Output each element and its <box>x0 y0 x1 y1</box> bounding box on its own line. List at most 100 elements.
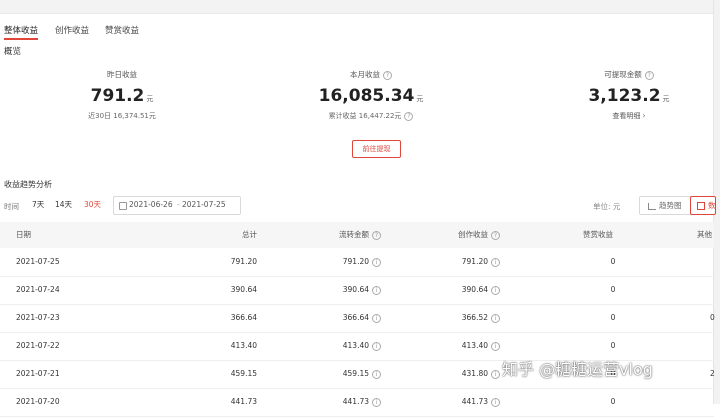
time-label: 时间 <box>4 202 19 211</box>
info-icon[interactable]: i <box>372 313 381 323</box>
range-14-days[interactable]: 14天 <box>55 199 72 210</box>
range-30-days[interactable]: 30天 <box>84 199 101 210</box>
overview-title: 概览 <box>4 47 22 57</box>
cell-create-value: 390.64 <box>461 285 488 294</box>
cell-flow-value: 791.20 <box>342 257 369 266</box>
stat-label: 本月收益? <box>271 69 471 81</box>
cell-date: 2021-07-21 <box>16 369 60 378</box>
tab-creation-earnings[interactable]: 创作收益 <box>55 24 89 36</box>
cell-create-value: 413.40 <box>461 341 488 350</box>
info-icon[interactable]: i <box>491 313 500 323</box>
cell-create-value: 431.80 <box>461 369 488 378</box>
stat-yesterday: 昨日收益 791.2 元 近30日 16,374.51元 <box>22 69 222 122</box>
info-icon[interactable]: i <box>372 341 381 351</box>
cell-reward: 0 <box>610 257 616 266</box>
table-row: 2021-07-23 366.64 366.64 i 366.52 i 0 0 <box>0 304 715 333</box>
info-icon[interactable]: i <box>491 285 500 295</box>
info-icon[interactable]: i <box>372 285 381 295</box>
cell-other: 2 <box>710 369 715 378</box>
info-icon[interactable]: i <box>491 257 500 267</box>
cell-create-value: 791.20 <box>461 257 488 266</box>
cell-total: 441.73 <box>230 397 257 406</box>
cell-create-value: 366.52 <box>461 313 488 322</box>
stat-unit: 元 <box>146 95 154 103</box>
unit-label: 单位: 元 <box>593 202 621 211</box>
info-icon[interactable]: i <box>491 369 500 379</box>
table-view-button[interactable]: 数 <box>690 196 716 215</box>
stat-unit: 元 <box>662 95 670 103</box>
info-icon[interactable]: ? <box>491 230 500 240</box>
date-range-picker[interactable]: 2021-06-26 - 2021-07-25 <box>113 196 241 215</box>
cell-create: 413.40 i <box>462 332 500 360</box>
cell-flow-value: 441.73 <box>342 397 369 406</box>
cell-create-value: 441.73 <box>461 397 488 406</box>
stat-sub: 累计收益 16,447.22元? <box>271 110 471 122</box>
tab-reward-earnings[interactable]: 赞赏收益 <box>105 24 139 36</box>
withdraw-button[interactable]: 前往提现 <box>352 140 401 158</box>
range-7-days[interactable]: 7天 <box>32 199 44 210</box>
trend-chart-button[interactable]: 趋势图 <box>639 196 692 215</box>
cell-date: 2021-07-22 <box>16 341 60 350</box>
cell-flow-value: 366.64 <box>342 313 369 322</box>
cell-total: 366.64 <box>230 313 257 322</box>
stat-label-text: 本月收益 <box>350 70 380 79</box>
chevron-right-icon: › <box>642 111 646 120</box>
stat-value: 791.2 元 <box>22 85 222 107</box>
col-reward: 赞赏收益 <box>583 230 613 239</box>
cell-flow: 441.73 i <box>343 388 381 416</box>
cell-date: 2021-07-25 <box>16 257 60 266</box>
info-icon[interactable]: i <box>491 341 500 351</box>
cell-flow: 459.15 i <box>343 360 381 388</box>
cell-date: 2021-07-20 <box>16 397 60 406</box>
cell-create: 441.73 i <box>462 388 500 416</box>
info-icon[interactable]: ? <box>383 70 392 80</box>
col-flow: 流转金额? <box>339 222 381 248</box>
cell-reward: 0 <box>610 285 616 294</box>
cell-create: 366.52 i <box>462 304 500 332</box>
col-create-label: 创作收益 <box>458 230 488 239</box>
top-bar <box>0 0 720 14</box>
cell-create: 431.80 i <box>462 360 500 388</box>
stat-number: 791.2 <box>90 86 145 106</box>
active-tab-indicator <box>4 38 38 40</box>
cell-date: 2021-07-24 <box>16 285 60 294</box>
view-details-text[interactable]: 查看明细 <box>612 112 640 120</box>
cell-total: 413.40 <box>230 341 257 350</box>
stat-sub: 近30日 16,374.51元 <box>88 112 156 120</box>
info-icon[interactable]: i <box>372 397 381 407</box>
cell-flow: 390.64 i <box>343 276 381 304</box>
stat-number: 3,123.2 <box>588 86 661 106</box>
stat-label: 可提现金额? <box>529 69 720 81</box>
table-icon <box>697 202 705 210</box>
info-icon[interactable]: i <box>372 257 381 267</box>
info-icon[interactable]: ? <box>404 111 414 121</box>
cell-flow: 791.20 i <box>343 248 381 276</box>
cell-create: 390.64 i <box>462 276 500 304</box>
calendar-icon <box>119 202 127 210</box>
table-header: 日期 总计 流转金额? 创作收益? 赞赏收益 其他 <box>0 222 714 248</box>
tab-overall-earnings[interactable]: 整体收益 <box>4 24 38 36</box>
cell-flow-value: 390.64 <box>342 285 369 294</box>
cell-other: 0 <box>710 313 715 322</box>
info-icon[interactable]: i <box>491 397 500 407</box>
cell-flow: 413.40 i <box>343 332 381 360</box>
stat-sub-text: 累计收益 16,447.22元 <box>328 112 402 120</box>
view-details-link[interactable]: 查看明细 › <box>529 110 720 122</box>
info-icon[interactable]: i <box>372 369 381 379</box>
cell-reward: 0 <box>610 397 616 406</box>
col-create: 创作收益? <box>458 222 500 248</box>
stat-value: 3,123.2 元 <box>529 85 720 107</box>
stat-number: 16,085.34 <box>318 86 415 106</box>
line-chart-icon <box>648 202 656 210</box>
cell-total: 390.64 <box>230 285 257 294</box>
cell-flow-value: 459.15 <box>342 369 369 378</box>
stat-value: 16,085.34 元 <box>271 85 471 107</box>
info-icon[interactable]: ? <box>372 230 381 240</box>
col-other: 其他 <box>697 230 712 239</box>
cell-date: 2021-07-23 <box>16 313 60 322</box>
date-separator: - <box>177 200 180 209</box>
cell-flow-value: 413.40 <box>342 341 369 350</box>
cell-flow: 366.64 i <box>343 304 381 332</box>
stat-unit: 元 <box>416 95 424 103</box>
info-icon[interactable]: ? <box>644 70 654 80</box>
